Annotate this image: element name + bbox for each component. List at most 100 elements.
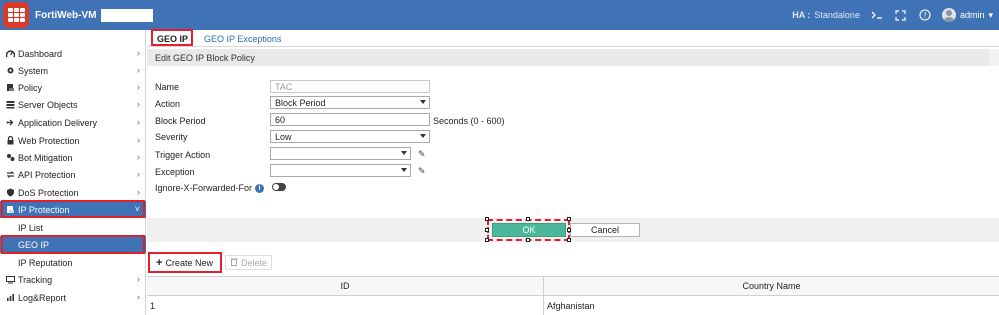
- ip-protection-icon: [5, 205, 15, 215]
- chevron-right-icon: ›: [137, 274, 140, 284]
- severity-select-value: Low: [275, 131, 292, 142]
- block-period-input[interactable]: 60: [270, 113, 430, 126]
- api-icon: [5, 170, 15, 180]
- sidebar-item-log-report[interactable]: Log&Report ›: [0, 289, 146, 306]
- ignore-xff-toggle[interactable]: [272, 183, 286, 191]
- sidebar-item-dashboard[interactable]: Dashboard ›: [0, 45, 146, 62]
- info-icon[interactable]: i: [255, 184, 265, 194]
- sidebar-item-policy[interactable]: Policy ›: [0, 79, 146, 96]
- tab-geo-ip-exceptions[interactable]: GEO IP Exceptions: [198, 34, 287, 46]
- sidebar-item-label: Log&Report: [18, 292, 67, 303]
- ha-label: HA :: [792, 10, 811, 20]
- scrollbar-track[interactable]: [989, 49, 999, 66]
- sidebar-item-label: Policy: [18, 82, 43, 93]
- chevron-right-icon: ›: [137, 292, 140, 302]
- dropdown-arrow-icon: [420, 134, 426, 138]
- server-icon: [5, 100, 15, 110]
- delete-button[interactable]: Delete: [225, 255, 272, 270]
- ignore-xff-text: Ignore-X-Forwarded-For: [155, 183, 253, 193]
- cancel-button[interactable]: Cancel: [570, 223, 640, 237]
- column-header-id[interactable]: ID: [147, 277, 544, 295]
- selection-handle: [526, 238, 530, 242]
- hostname-box: [101, 8, 154, 22]
- severity-label: Severity: [155, 132, 188, 142]
- sidebar-item-label: API Protection: [18, 169, 76, 180]
- sidebar-item-label: IP Protection: [18, 204, 70, 215]
- bot-icon: [5, 153, 15, 163]
- edit-pencil-icon[interactable]: ✎: [418, 149, 426, 160]
- exception-select[interactable]: [270, 164, 411, 177]
- sidebar-item-application-delivery[interactable]: Application Delivery ›: [0, 114, 146, 131]
- geo-ip-table: ID Country Name 1 Afghanistan: [147, 276, 999, 315]
- selection-handle: [485, 238, 489, 242]
- table-row[interactable]: 1 Afghanistan: [147, 296, 999, 315]
- name-field[interactable]: TAC: [270, 80, 430, 93]
- sidebar-item-label: Server Objects: [18, 99, 78, 110]
- user-name: admin: [959, 10, 985, 20]
- fullscreen-icon[interactable]: [894, 8, 908, 22]
- tab-geo-ip[interactable]: GEO IP: [151, 34, 194, 46]
- delivery-icon: [5, 118, 15, 128]
- chevron-right-icon: ›: [137, 82, 140, 92]
- chevron-right-icon: ›: [137, 117, 140, 127]
- sidebar-item-tracking[interactable]: Tracking ›: [0, 271, 146, 288]
- cell-id: 1: [147, 296, 544, 315]
- help-icon[interactable]: ?: [918, 8, 932, 22]
- sidebar-item-geo-ip[interactable]: GEO IP: [0, 236, 146, 253]
- exception-label: Exception: [155, 167, 195, 177]
- sidebar-item-dos-protection[interactable]: DoS Protection ›: [0, 184, 146, 201]
- chevron-right-icon: ›: [137, 48, 140, 58]
- sidebar-item-label: DoS Protection: [18, 187, 79, 198]
- gear-icon: [5, 66, 15, 76]
- cell-country: Afghanistan: [547, 300, 595, 311]
- severity-select[interactable]: Low: [270, 130, 430, 143]
- fortinet-logo-icon[interactable]: [3, 2, 29, 28]
- selection-handle: [485, 228, 489, 232]
- tracking-icon: [5, 275, 15, 285]
- sidebar-item-web-protection[interactable]: Web Protection ›: [0, 132, 146, 149]
- sidebar-item-label: System: [18, 65, 49, 76]
- ha-status: Standalone: [814, 10, 860, 20]
- selection-handle: [567, 238, 571, 242]
- dropdown-arrow-icon: [401, 168, 407, 172]
- sidebar-item-label: Application Delivery: [18, 117, 98, 128]
- table-header: ID Country Name: [147, 276, 999, 296]
- name-label: Name: [155, 82, 180, 92]
- action-select-value: Block Period: [275, 97, 326, 108]
- sidebar-item-server-objects[interactable]: Server Objects ›: [0, 96, 146, 113]
- sidebar-item-label: IP List: [18, 222, 43, 233]
- chevron-right-icon: ›: [137, 135, 140, 145]
- chevron-right-icon: ›: [137, 169, 140, 179]
- chevron-down-icon: ˅: [134, 204, 140, 214]
- delete-label: Delete: [241, 257, 268, 268]
- chevron-right-icon: ›: [137, 99, 140, 109]
- dropdown-arrow-icon: [420, 100, 426, 104]
- column-header-country[interactable]: Country Name: [544, 277, 999, 295]
- sidebar-item-label: Web Protection: [18, 135, 80, 146]
- selection-handle: [485, 217, 489, 221]
- selection-handle: [526, 217, 530, 221]
- tab-bar: GEO IP GEO IP Exceptions: [147, 30, 999, 47]
- sidebar-item-ip-list[interactable]: IP List: [0, 219, 146, 236]
- sidebar-item-label: GEO IP: [18, 239, 50, 250]
- block-period-hint: Seconds (0 - 600): [433, 116, 505, 126]
- lock-icon: [5, 136, 15, 146]
- trigger-action-select[interactable]: [270, 147, 411, 160]
- action-label: Action: [155, 99, 181, 109]
- create-new-button[interactable]: + Create New: [152, 255, 220, 270]
- action-select[interactable]: Block Period: [270, 96, 430, 109]
- sidebar-item-system[interactable]: System ›: [0, 62, 146, 79]
- user-menu[interactable]: admin ▾: [941, 8, 993, 22]
- ignore-xff-label: Ignore-X-Forwarded-For i: [155, 183, 265, 194]
- trash-icon: [230, 257, 238, 268]
- selection-handle: [567, 217, 571, 221]
- sidebar-item-label: Tracking: [18, 274, 53, 285]
- sidebar-item-ip-reputation[interactable]: IP Reputation: [0, 254, 146, 271]
- sidebar-item-api-protection[interactable]: API Protection ›: [0, 166, 146, 183]
- edit-pencil-icon[interactable]: ✎: [418, 166, 426, 177]
- sidebar-item-ip-protection[interactable]: IP Protection ˅: [0, 201, 146, 218]
- trigger-action-label: Trigger Action: [155, 150, 211, 160]
- sidebar-item-bot-mitigation[interactable]: Bot Mitigation ›: [0, 149, 146, 166]
- cli-console-icon[interactable]: [870, 8, 884, 22]
- chevron-right-icon: ›: [137, 65, 140, 75]
